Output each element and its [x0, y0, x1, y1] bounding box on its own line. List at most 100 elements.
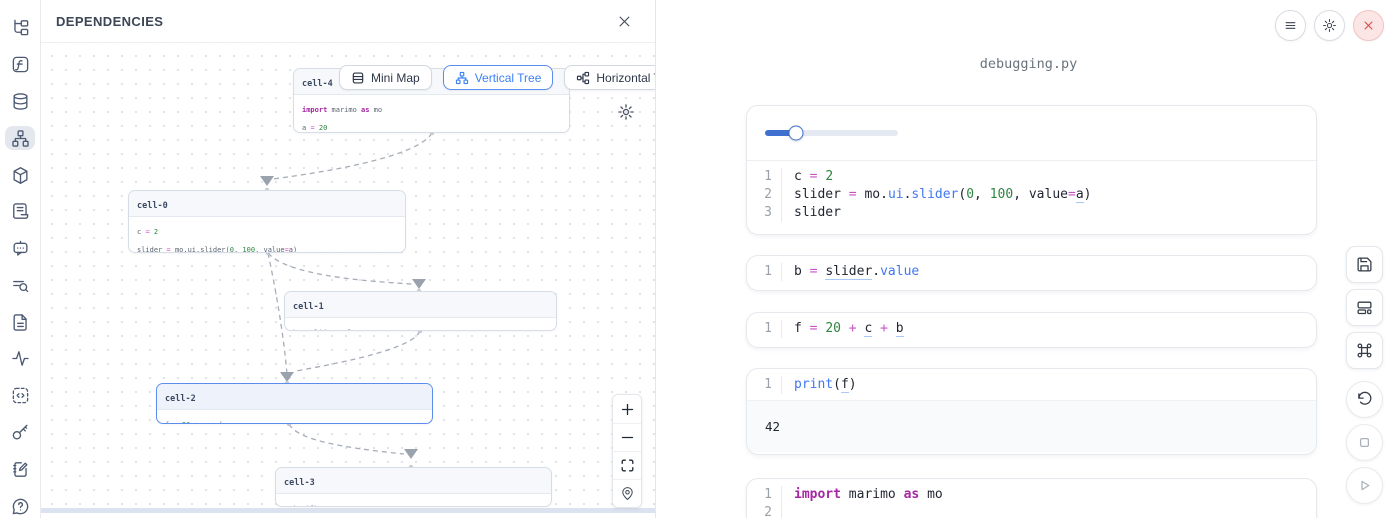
pin-icon	[620, 486, 635, 501]
fit-view-button[interactable]	[613, 451, 641, 479]
cell-b[interactable]: 1b = slider.value	[746, 255, 1317, 291]
cell-output-area	[747, 106, 1316, 161]
node-title: cell-1	[293, 302, 324, 312]
sidebar-item-packages[interactable]	[5, 163, 35, 187]
cell-f[interactable]: 1f = 20 + c + b	[746, 312, 1317, 348]
dependency-graph-canvas[interactable]: cell-4 import marimo as moa = 20 cell-0 …	[41, 43, 655, 513]
node-code: b = slider.value	[285, 318, 556, 331]
graph-settings-button[interactable]	[617, 103, 635, 121]
sidebar-item-logs[interactable]	[5, 273, 35, 297]
sidebar-item-dependencies[interactable]	[5, 126, 35, 150]
graph-zoom-controls	[612, 394, 642, 508]
console-icon	[11, 386, 30, 405]
notebook-filename[interactable]: debugging.py	[657, 56, 1400, 72]
console-output: 42	[747, 400, 1316, 452]
zoom-in-icon	[620, 402, 635, 417]
code-editor[interactable]: 1print(f)	[747, 369, 1316, 400]
stop-icon	[1356, 434, 1373, 451]
node-code: f = 20 + c + b	[157, 410, 432, 424]
code-editor[interactable]: 1f = 20 + c + b	[747, 313, 1316, 344]
dependencies-icon	[11, 129, 30, 148]
node-code: import marimo as moa = 20	[294, 95, 569, 133]
shutdown-button[interactable]	[1353, 10, 1384, 41]
slider-widget[interactable]	[765, 130, 898, 136]
sidebar-item-variables[interactable]	[5, 53, 35, 77]
close-panel-button[interactable]	[613, 10, 635, 32]
gear-icon	[1322, 18, 1337, 33]
sidebar-item-help[interactable]	[5, 494, 35, 518]
documentation-icon	[11, 202, 30, 221]
code-editor[interactable]: 1b = slider.value	[747, 256, 1316, 287]
vertical-tree-button[interactable]: Vertical Tree	[443, 65, 554, 90]
snippets-icon	[11, 313, 30, 332]
help-icon	[11, 497, 30, 516]
secrets-icon	[11, 423, 30, 442]
node-title: cell-0	[137, 201, 168, 211]
layout-button[interactable]	[1346, 289, 1383, 326]
chat-icon	[11, 239, 30, 258]
command-palette-button[interactable]	[1346, 332, 1383, 369]
sidebar-item-scratchpad[interactable]	[5, 457, 35, 481]
undo-icon	[1356, 391, 1373, 408]
node-title: cell-2	[165, 394, 196, 404]
fit-view-icon	[620, 458, 635, 473]
window-controls	[1275, 10, 1384, 41]
file-explorer-icon	[11, 18, 30, 37]
save-icon	[1356, 256, 1373, 273]
dependencies-title: DEPENDENCIES	[56, 14, 163, 29]
node-code: print(f)	[276, 494, 551, 507]
sidebar-item-snippets[interactable]	[5, 310, 35, 334]
sidebar-item-chat[interactable]	[5, 237, 35, 261]
sidebar-item-secrets[interactable]	[5, 421, 35, 445]
graph-node-cell-1[interactable]: cell-1 b = slider.value	[284, 291, 557, 331]
graph-view-toolbar: Mini Map Vertical Tree Horizontal Tree	[339, 65, 655, 90]
code-editor[interactable]: 1c = 22slider = mo.ui.slider(0, 100, val…	[747, 161, 1316, 228]
slider-thumb[interactable]	[788, 126, 803, 141]
code-editor[interactable]: 1import marimo as mo2	[747, 479, 1316, 518]
close-icon	[617, 14, 632, 29]
cell-print[interactable]: 1print(f) 42	[746, 368, 1317, 455]
node-title: cell-3	[284, 478, 315, 488]
notebook-area: debugging.py 1c = 22slider = mo.ui.slide…	[657, 0, 1400, 518]
minimap-icon	[351, 71, 365, 85]
node-title: cell-4	[302, 79, 333, 89]
zoom-out-button[interactable]	[613, 423, 641, 451]
gear-icon	[617, 103, 635, 121]
cell-slider[interactable]: 1c = 22slider = mo.ui.slider(0, 100, val…	[746, 105, 1317, 235]
node-code: c = 2slider = mo.ui.slider(0, 100, value…	[129, 217, 405, 253]
minimap-button[interactable]: Mini Map	[339, 65, 432, 90]
graph-node-cell-0[interactable]: cell-0 c = 2slider = mo.ui.slider(0, 100…	[128, 190, 406, 253]
sidebar-item-file-explorer[interactable]	[5, 16, 35, 40]
zoom-in-button[interactable]	[613, 395, 641, 423]
graph-node-cell-3[interactable]: cell-3 print(f)	[275, 467, 552, 507]
stop-button[interactable]	[1346, 424, 1383, 461]
tracing-icon	[11, 349, 30, 368]
layout-icon	[1356, 299, 1373, 316]
graph-node-cell-2[interactable]: cell-2 f = 20 + c + b	[156, 383, 433, 424]
zoom-out-icon	[620, 430, 635, 445]
sidebar-item-datasources[interactable]	[5, 90, 35, 114]
command-icon	[1356, 342, 1373, 359]
scratchpad-icon	[11, 460, 30, 479]
dependencies-panel: DEPENDENCIES	[41, 0, 656, 518]
close-icon	[1361, 18, 1376, 33]
settings-button[interactable]	[1314, 10, 1345, 41]
horizontal-tree-icon	[576, 71, 590, 85]
sidebar-item-tracing[interactable]	[5, 347, 35, 371]
run-button[interactable]	[1346, 467, 1383, 504]
datasources-icon	[11, 92, 30, 111]
sidebar-item-console[interactable]	[5, 384, 35, 408]
menu-icon	[1283, 18, 1298, 33]
vertical-tree-icon	[455, 71, 469, 85]
menu-button[interactable]	[1275, 10, 1306, 41]
save-button[interactable]	[1346, 246, 1383, 283]
play-icon	[1356, 477, 1373, 494]
logs-icon	[11, 276, 30, 295]
cell-import[interactable]: 1import marimo as mo2	[746, 478, 1317, 518]
pin-button[interactable]	[613, 479, 641, 507]
variables-icon	[11, 55, 30, 74]
activity-rail	[0, 0, 41, 518]
sidebar-item-documentation[interactable]	[5, 200, 35, 224]
undo-button[interactable]	[1346, 381, 1383, 418]
horizontal-tree-button[interactable]: Horizontal Tree	[564, 65, 655, 90]
